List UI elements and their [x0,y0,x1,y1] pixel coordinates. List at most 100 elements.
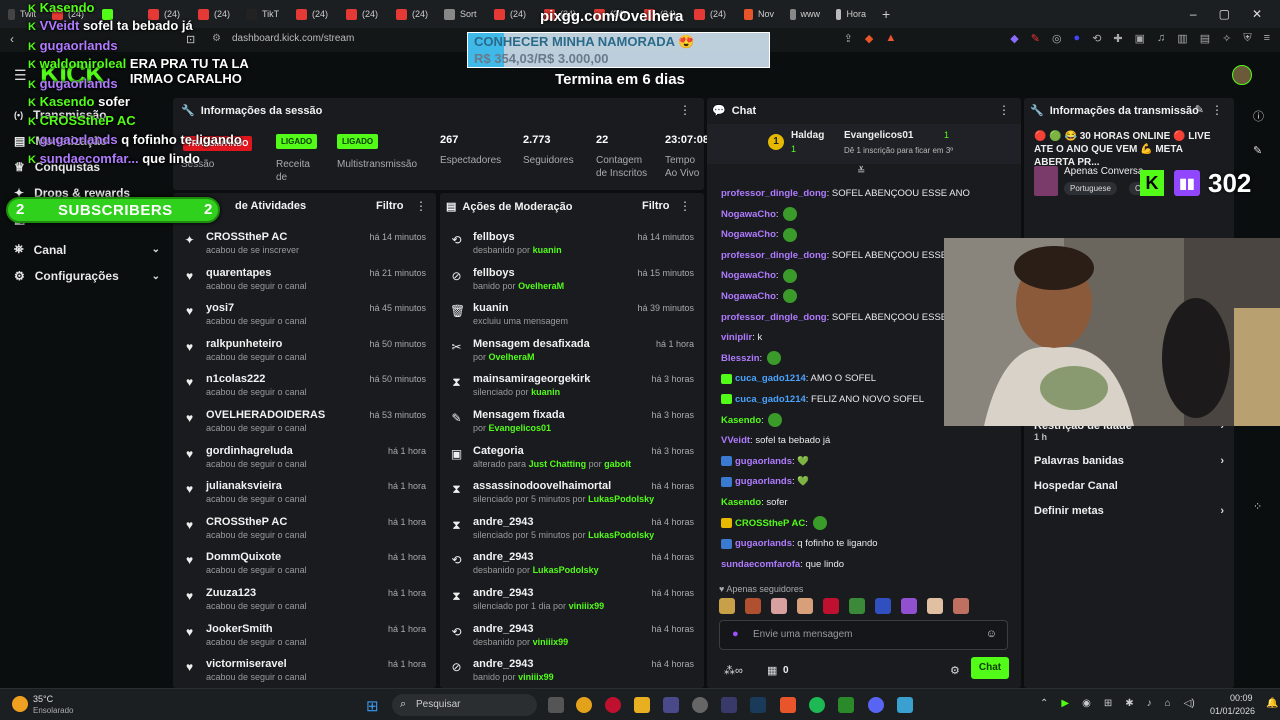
chat-username[interactable]: professor_dingle_dong [721,250,827,261]
browser-tab[interactable]: (24) [686,0,736,28]
emote-icon[interactable] [849,598,865,614]
activity-row[interactable]: ♥ victormiseravel acabou de seguir o can… [173,656,436,688]
user-avatar[interactable] [1232,65,1252,85]
sidebar-item-configuracoes[interactable]: ⚙ Configurações ⌄ [14,269,160,283]
chat-message[interactable]: professor_dingle_dong: SOFEL ABENÇOOU ES… [721,248,970,264]
app-icon[interactable] [663,697,679,713]
chat-message[interactable]: Blesszin: [721,351,781,367]
activities-filter-button[interactable]: Filtro [376,200,404,212]
chat-username[interactable]: cuca_gado1214 [735,394,806,405]
chat-message[interactable]: CROSStheP AC: [721,516,827,532]
menu-hospedar-canal[interactable]: Hospedar Canal [1034,480,1224,492]
chat-message[interactable]: VVeidt: sofel ta bebado já [721,433,830,449]
kick-studio-icon[interactable] [838,697,854,713]
activity-row[interactable]: ♥ CROSStheP AC acabou de seguir o canal … [173,514,436,550]
chat-username[interactable]: gugaorlands [735,456,792,467]
chat-message[interactable]: NogawaCho: [721,289,798,305]
pencil-icon[interactable]: ✎ [1253,144,1262,157]
chat-message[interactable]: cuca_gado1214: AMO O SOFEL [721,371,876,387]
chat-message[interactable]: gugaorlands: 💚 [721,454,809,470]
chat-username[interactable]: Blesszin [721,353,760,364]
chat-message[interactable]: NogawaCho: [721,268,798,284]
network-icon[interactable]: ⌂ [1165,698,1171,709]
menu-palavras-banidas[interactable]: Palavras banidas › [1034,455,1224,467]
moderation-row[interactable]: ⧗ assassinodoovelhaimortal silenciado po… [440,478,704,514]
emote-icon[interactable] [901,598,917,614]
edit-icon[interactable]: ✎ [1195,103,1204,116]
activity-row[interactable]: ♥ JookerSmith acabou de seguir o canal h… [173,621,436,657]
moderation-row[interactable]: ⧗ mainsamirageorgekirk silenciado por ku… [440,371,704,407]
collapse-icon[interactable]: ≚ [857,166,865,177]
chat-message[interactable]: gugaorlands: q fofinho te ligando [721,536,878,552]
windows-start-icon[interactable]: ⊞ [366,697,379,715]
github-icon[interactable] [692,697,708,713]
emote-icon[interactable] [927,598,943,614]
activity-row[interactable]: ✦ CROSStheP AC acabou de se inscrever há… [173,229,436,265]
activity-row[interactable]: ♥ DommQuixote acabou de seguir o canal h… [173,549,436,585]
activity-row[interactable]: ♥ Zuuza123 acabou de seguir o canal há 1… [173,585,436,621]
more-options-icon[interactable]: ⋮ [998,103,1010,117]
menu-definir-metas[interactable]: Definir metas › [1034,505,1224,517]
browser-tab[interactable]: Sort [436,0,486,28]
moderation-row[interactable]: ⧗ andre_2943 silenciado por 5 minutos po… [440,514,704,550]
gift-box-icon[interactable]: ▦ [767,664,777,677]
browser-tab[interactable]: (24) [288,0,338,28]
chevron-up-icon[interactable]: ⌃ [1040,698,1048,709]
app-icon[interactable] [721,697,737,713]
chat-username[interactable]: NogawaCho [721,270,776,281]
activity-row[interactable]: ♥ yosi7 acabou de seguir o canal há 45 m… [173,300,436,336]
emote-icon[interactable] [797,598,813,614]
emote-icon[interactable] [719,598,735,614]
moderation-row[interactable]: ⟲ andre_2943 desbanido por viniiix99 há … [440,621,704,657]
chat-username[interactable]: gugaorlands [735,476,792,487]
emote-icon[interactable] [875,598,891,614]
info-icon[interactable]: ⓘ [1253,108,1264,124]
emote-icon[interactable] [953,598,969,614]
chat-message[interactable]: professor_dingle_dong: SOFEL ABENÇOOU ES… [721,186,970,202]
tray-icon[interactable]: ⊞ [1104,698,1112,709]
media-icon[interactable]: ♫ [1157,32,1165,45]
activity-row[interactable]: ♥ n1colas222 acabou de seguir o canal há… [173,371,436,407]
moderation-row[interactable]: ⟲ andre_2943 desbanido por LukasPodolsky… [440,549,704,585]
moderation-row[interactable]: ⊘ andre_2943 banido por viniiix99 há 4 h… [440,656,704,688]
chat-message[interactable]: sundaecomfarofa: que lindo [721,557,844,573]
chat-username[interactable]: NogawaCho [721,209,776,220]
emoji-icon[interactable]: ☺ [986,628,997,640]
discord-icon[interactable] [868,697,884,713]
tray-icon[interactable]: ◉ [1082,698,1091,709]
volume-icon[interactable]: ◁) [1184,698,1195,709]
chat-username[interactable]: Kasendo [721,415,761,426]
menu-icon[interactable]: ≡ [1264,32,1270,45]
activity-row[interactable]: ♥ ralkpunheteiro acabou de seguir o cana… [173,336,436,372]
vpn-icon[interactable]: ⛨ [1243,32,1251,45]
moderation-row[interactable]: ✎ Mensagem fixada por Evangelicos01 há 3… [440,407,704,443]
more-options-icon[interactable]: ⋮ [1211,103,1223,117]
close-window-icon[interactable]: ✕ [1252,7,1262,21]
bluetooth-icon[interactable]: ✱ [1125,698,1133,709]
chat-username[interactable]: gugaorlands [735,538,792,549]
chat-username[interactable]: CROSStheP AC [735,518,805,529]
apps-icon[interactable]: ⁘ [1253,500,1262,513]
chat-settings-icon[interactable]: ⚙ [950,664,960,677]
rewards-icon[interactable]: ▲ [885,32,896,45]
browser-tab[interactable]: (24) [338,0,388,28]
moderation-row[interactable]: ⊘ fellboys banido por OvelheraM há 15 mi… [440,265,704,301]
mic-tray-icon[interactable]: ♪ [1147,698,1152,709]
emote-icon[interactable] [771,598,787,614]
more-options-icon[interactable]: ⋮ [679,103,691,117]
chat-username[interactable]: NogawaCho [721,229,776,240]
chat-message[interactable]: gugaorlands: 💚 [721,474,809,490]
extension-icon[interactable]: ◎ [1052,32,1062,45]
emote-icon[interactable] [823,598,839,614]
share-icon[interactable]: ⇪ [844,32,853,45]
send-chat-button[interactable]: Chat [971,657,1009,679]
taskbar-search[interactable]: ⌕ Pesquisar [392,694,537,716]
activity-row[interactable]: ♥ quarentapes acabou de seguir o canal h… [173,265,436,301]
new-tab-button[interactable]: + [874,0,898,28]
leo-icon[interactable]: ✧ [1222,32,1231,45]
extension-icon[interactable]: ✎ [1031,32,1040,45]
chat-input[interactable]: ● Envie uma mensagem ☺ [719,620,1008,650]
sidebar-icon[interactable]: ▥ [1177,32,1187,45]
back-icon[interactable]: ‹ [10,32,14,46]
moderation-row[interactable]: ⧗ andre_2943 silenciado por 1 dia por vi… [440,585,704,621]
